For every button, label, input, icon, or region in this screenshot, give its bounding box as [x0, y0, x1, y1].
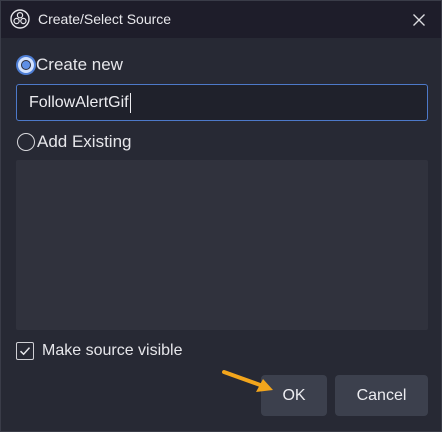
checkmark-icon — [19, 347, 31, 356]
create-select-source-dialog: Create/Select Source Create new FollowAl… — [0, 0, 442, 432]
create-new-label: Create new — [36, 55, 123, 74]
make-visible-checkbox[interactable] — [16, 342, 34, 360]
create-new-option[interactable]: Create new — [18, 55, 123, 75]
source-name-value: FollowAlertGif — [29, 94, 129, 111]
obs-icon — [10, 9, 30, 29]
cancel-button[interactable]: Cancel — [335, 375, 428, 416]
text-caret — [129, 92, 131, 113]
add-existing-option[interactable]: Add Existing — [17, 132, 132, 152]
dialog-title: Create/Select Source — [38, 11, 172, 27]
make-visible-label: Make source visible — [42, 342, 183, 359]
titlebar: Create/Select Source — [1, 1, 441, 38]
create-new-radio[interactable] — [18, 57, 34, 73]
pointer-arrow-icon — [222, 370, 273, 392]
close-button[interactable] — [406, 7, 432, 33]
make-visible-option[interactable]: Make source visible — [16, 342, 183, 360]
source-name-input[interactable]: FollowAlertGif — [16, 84, 428, 121]
add-existing-radio[interactable] — [17, 133, 35, 151]
add-existing-label: Add Existing — [37, 132, 132, 151]
close-icon — [413, 14, 425, 26]
existing-sources-list[interactable] — [16, 160, 428, 330]
